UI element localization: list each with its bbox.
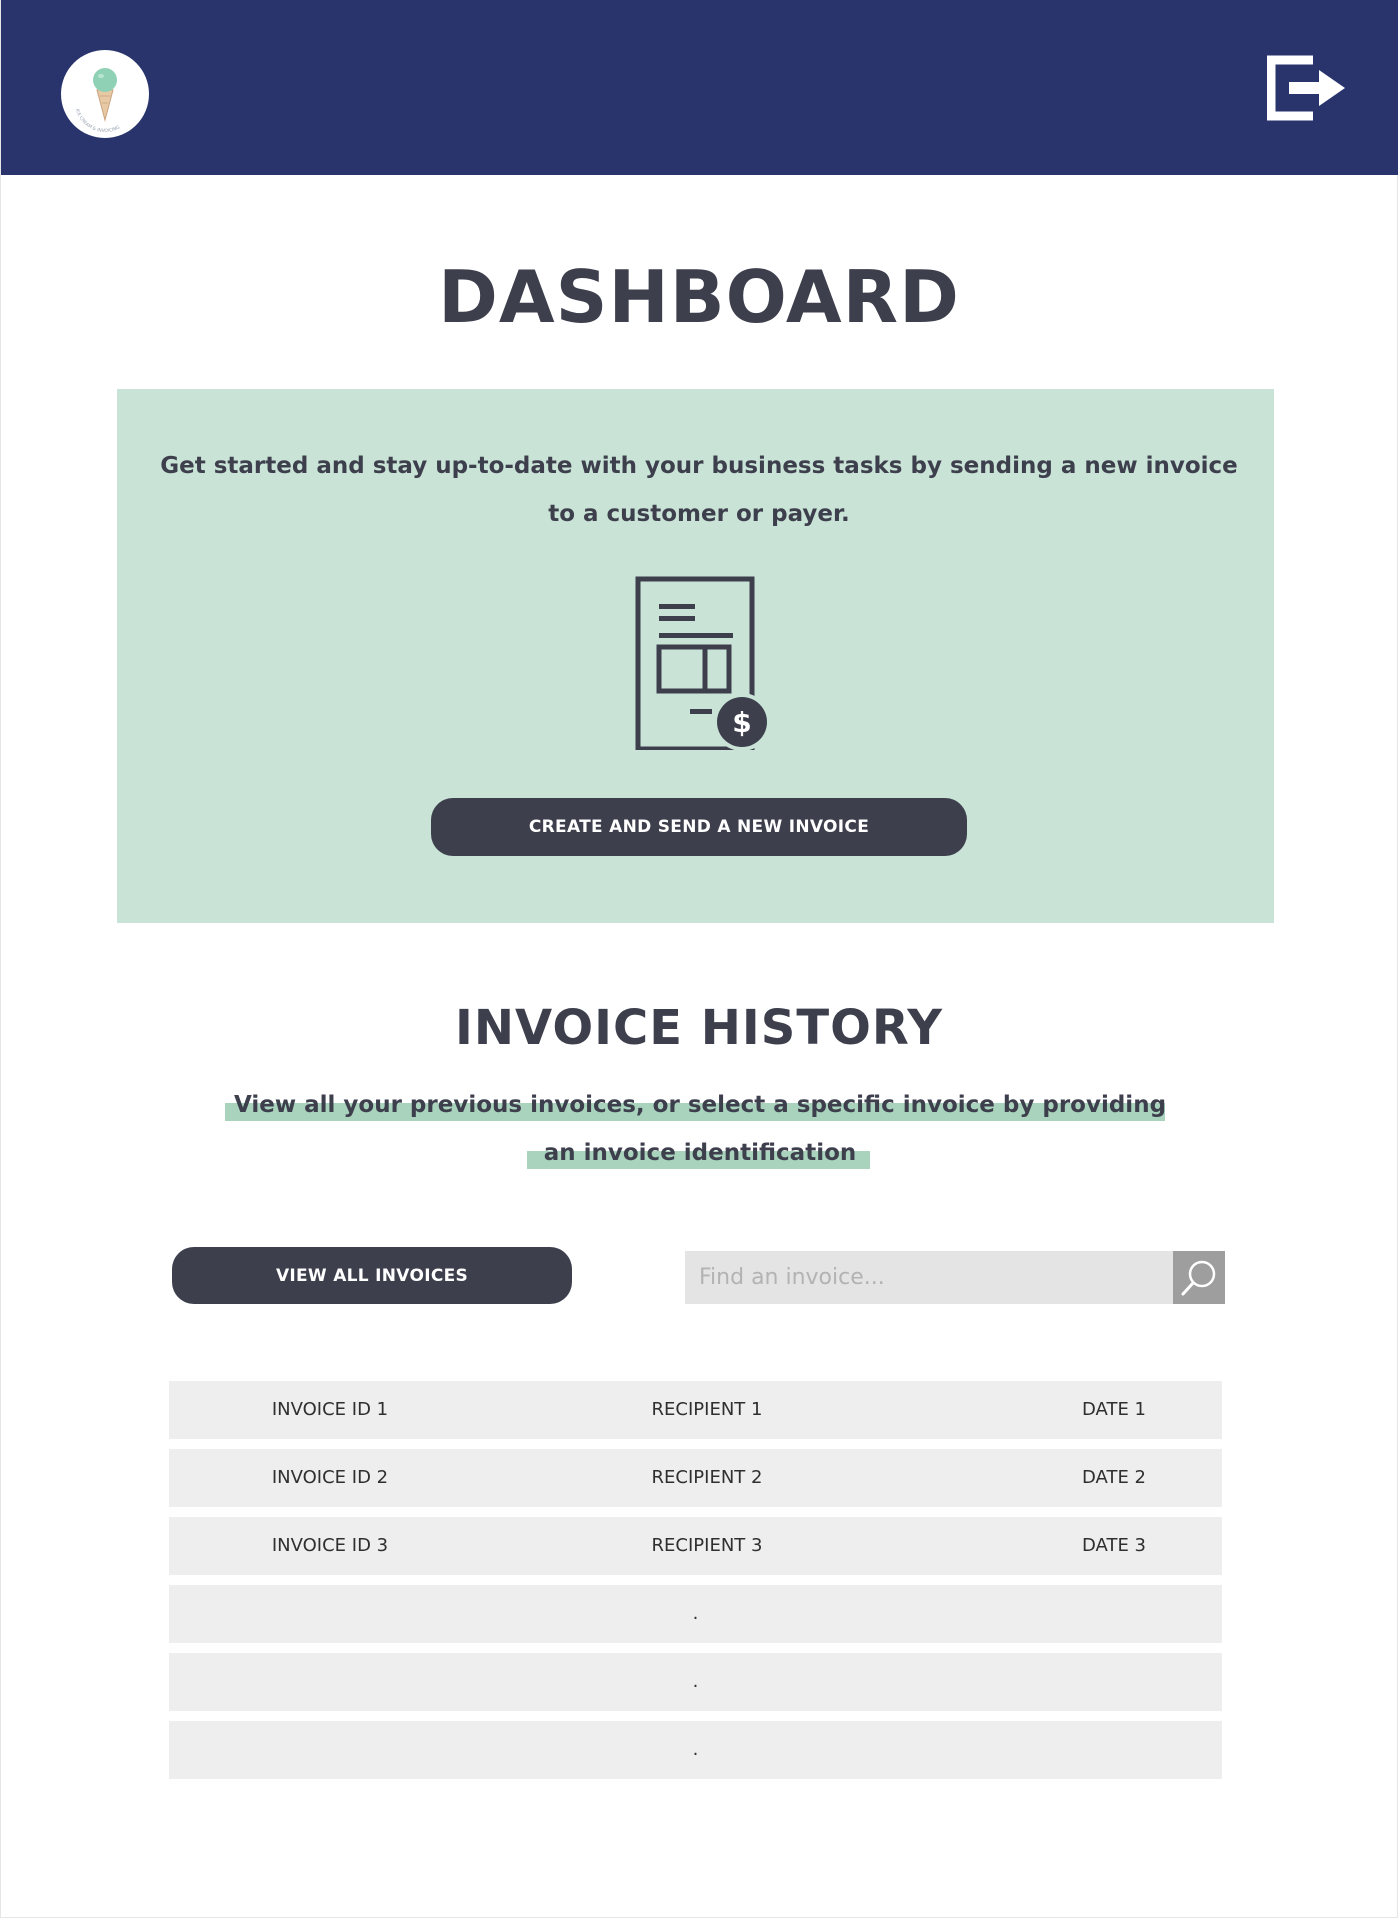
placeholder-dot: . [692,1603,699,1624]
search-button[interactable] [1173,1251,1225,1304]
svg-text:ICE CREAM & INVOICING: ICE CREAM & INVOICING [74,108,121,134]
subtitle-line: an invoice identification [543,1140,857,1166]
section-subtitle: View all your previous invoices, or sele… [210,1081,1190,1177]
search-icon [1181,1260,1216,1296]
search-input[interactable] [685,1251,1173,1304]
placeholder-dot: . [692,1739,699,1760]
recipient: RECIPIENT 2 [651,1467,763,1488]
create-invoice-button[interactable]: CREATE AND SEND A NEW INVOICE [431,798,967,856]
invoice-id: INVOICE ID 2 [271,1467,389,1488]
invoice-id: INVOICE ID 3 [271,1535,389,1556]
table-row[interactable]: . [169,1653,1222,1711]
date: DATE 1 [1081,1399,1146,1420]
svg-text:$: $ [732,706,751,739]
date: DATE 3 [1081,1535,1146,1556]
table-row[interactable]: INVOICE ID 1 RECIPIENT 1 DATE 1 [169,1381,1222,1439]
date: DATE 2 [1081,1467,1146,1488]
invoice-id: INVOICE ID 1 [271,1399,389,1420]
logout-icon [1266,55,1345,121]
promo-text: Get started and stay up-to-date with you… [160,453,1238,527]
page-title: DASHBOARD [438,255,960,339]
table-row[interactable]: . [169,1721,1222,1779]
logo[interactable]: ICE CREAM & INVOICING [61,50,149,138]
recipient: RECIPIENT 3 [651,1535,763,1556]
section-title: INVOICE HISTORY [455,1000,943,1056]
recipient: RECIPIENT 1 [651,1399,763,1420]
table-row[interactable]: . [169,1585,1222,1643]
table-row[interactable]: INVOICE ID 2 RECIPIENT 2 DATE 2 [169,1449,1222,1507]
table-row[interactable]: INVOICE ID 3 RECIPIENT 3 DATE 3 [169,1517,1222,1575]
view-all-invoices-button[interactable]: VIEW ALL INVOICES [172,1247,572,1304]
invoice-dollar-icon: $ [630,574,772,752]
top-bar: ICE CREAM & INVOICING [1,0,1398,175]
subtitle-line: View all your previous invoices, or sele… [233,1092,1167,1118]
placeholder-dot: . [692,1671,699,1692]
ice-cream-icon: ICE CREAM & INVOICING [74,68,121,134]
logout-button[interactable] [1266,54,1347,122]
